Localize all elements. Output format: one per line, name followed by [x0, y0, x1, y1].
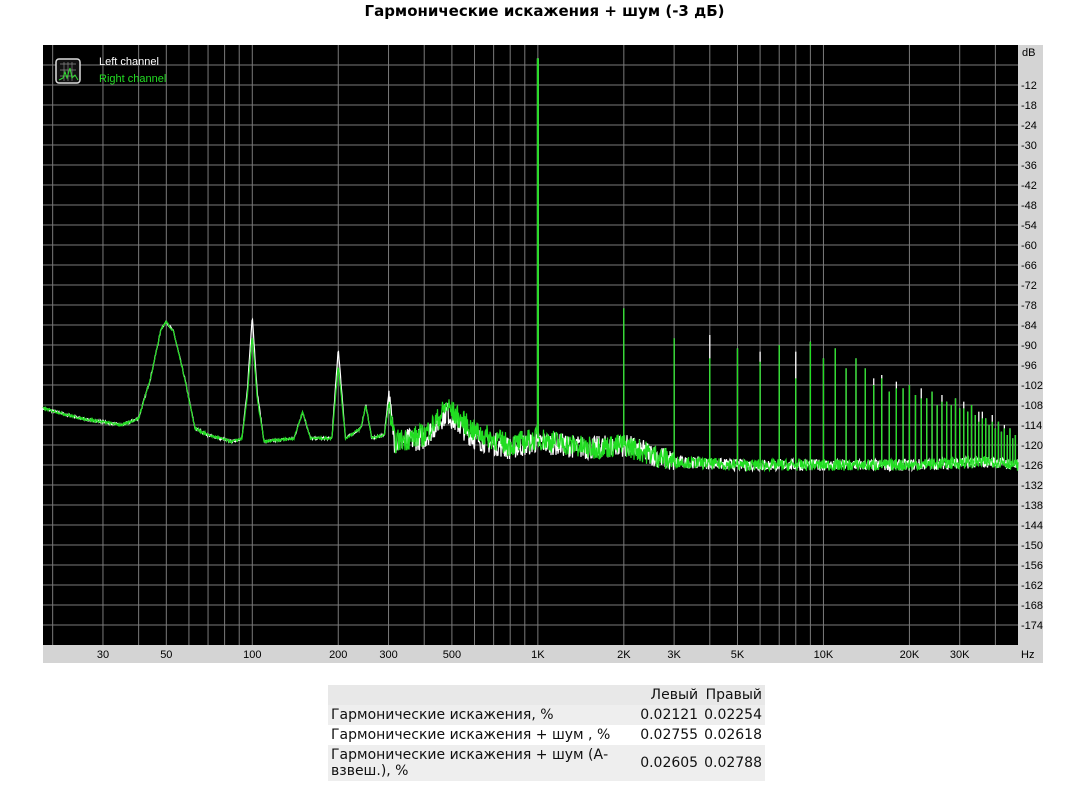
- y-tick-label: -132: [1021, 480, 1043, 492]
- x-tick-label: 300: [379, 649, 397, 661]
- spectrum-chart: 30 50 100 200 300 500 1K 2K 3K 5K 10K 20K 30K -12 -18 -…: [42, 45, 1043, 663]
- x-tick-label: 5K: [731, 649, 745, 661]
- y-tick-label: -156: [1021, 560, 1043, 572]
- y-tick-label: -108: [1021, 400, 1043, 412]
- row-left-value: 0.02605: [640, 755, 699, 771]
- y-axis-unit: dB: [1022, 47, 1035, 59]
- y-tick-label: -168: [1021, 600, 1043, 612]
- x-tick-label: 200: [329, 649, 347, 661]
- x-tick-label: 100: [243, 649, 261, 661]
- x-tick-label: 50: [160, 649, 172, 661]
- x-tick-label: 30: [97, 649, 109, 661]
- y-tick-label: -126: [1021, 460, 1043, 472]
- row-right-value: 0.02618: [704, 727, 762, 743]
- y-tick-label: -90: [1021, 340, 1037, 352]
- x-tick-label: 2K: [617, 649, 631, 661]
- y-tick-label: -24: [1021, 120, 1037, 132]
- row-left-value: 0.02121: [640, 707, 699, 723]
- table-row: Гармонические искажения + шум (А-взвеш.)…: [328, 745, 765, 781]
- y-tick-label: -138: [1021, 500, 1043, 512]
- y-tick-label: -66: [1021, 260, 1037, 272]
- legend-left-channel: Left channel: [99, 56, 159, 68]
- y-tick-label: -114: [1021, 420, 1042, 432]
- y-tick-label: -54: [1021, 220, 1037, 232]
- table-header: Левый Правый: [328, 685, 765, 705]
- table-row: Гармонические искажения + шум , % 0.0275…: [328, 725, 765, 745]
- y-tick-label: -12: [1021, 80, 1037, 92]
- row-label: Гармонические искажения + шум , %: [331, 727, 611, 743]
- y-tick-label: -30: [1021, 140, 1037, 152]
- y-tick-label: -102: [1021, 380, 1043, 392]
- row-left-value: 0.02755: [640, 727, 699, 743]
- y-tick-label: -18: [1021, 100, 1037, 112]
- x-tick-label: 500: [443, 649, 461, 661]
- y-tick-label: -144: [1021, 520, 1043, 532]
- y-tick-label: -36: [1021, 160, 1037, 172]
- legend-spectrum-icon: [55, 58, 81, 84]
- y-tick-label: -162: [1021, 580, 1043, 592]
- row-right-value: 0.02254: [704, 707, 762, 723]
- y-tick-label: -150: [1021, 540, 1043, 552]
- row-label: Гармонические искажения + шум (А-взвеш.)…: [331, 747, 609, 779]
- x-tick-label: 1K: [531, 649, 545, 661]
- x-tick-label: 3K: [667, 649, 681, 661]
- y-tick-label: -174: [1021, 620, 1043, 632]
- y-tick-label: -84: [1021, 320, 1037, 332]
- x-axis-unit: Hz: [1021, 649, 1034, 661]
- header-blank: [328, 685, 637, 705]
- x-tick-label: 20K: [900, 649, 920, 661]
- y-tick-label: -120: [1021, 440, 1043, 452]
- x-tick-label: 30K: [950, 649, 970, 661]
- row-right-value: 0.02788: [704, 755, 762, 771]
- row-label: Гармонические искажения, %: [331, 707, 554, 723]
- header-right: Правый: [705, 687, 762, 703]
- header-left: Левый: [650, 687, 699, 703]
- y-tick-label: -42: [1021, 180, 1037, 192]
- results-table: Левый Правый Гармонические искажения, % …: [328, 685, 765, 781]
- table-row: Гармонические искажения, % 0.02121 0.022…: [328, 705, 765, 725]
- y-tick-label: -78: [1021, 300, 1037, 312]
- y-tick-label: -48: [1021, 200, 1037, 212]
- y-tick-label: -72: [1021, 280, 1037, 292]
- y-tick-label: -96: [1021, 360, 1037, 372]
- x-tick-label: 10K: [814, 649, 834, 661]
- legend-right-channel: Right channel: [99, 73, 166, 85]
- y-tick-label: -60: [1021, 240, 1037, 252]
